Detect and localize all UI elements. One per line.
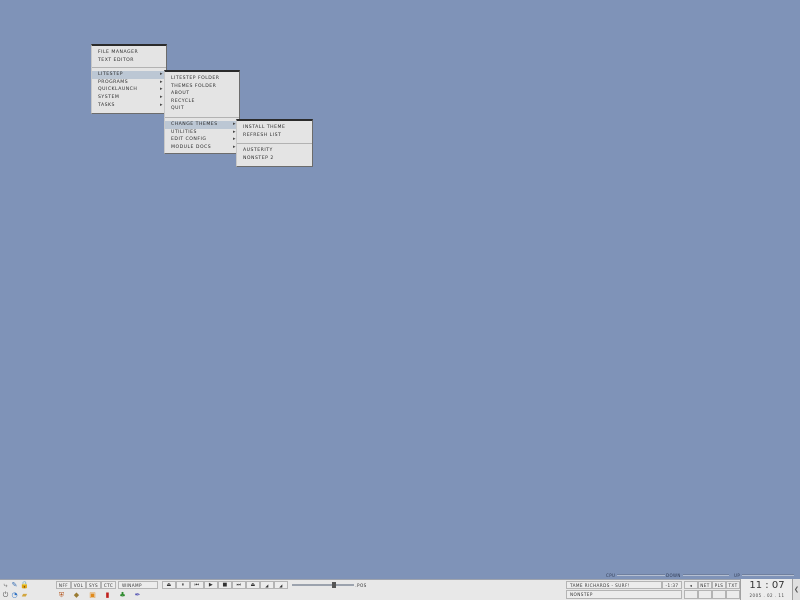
- down-meter: DOWN: [666, 572, 729, 578]
- menu-item-quit[interactable]: Quit: [165, 105, 239, 113]
- cpu-meter: CPU: [606, 572, 666, 578]
- orange-box-icon[interactable]: ▣: [88, 591, 97, 600]
- menu-item-tasks[interactable]: Tasks ▸: [92, 102, 166, 110]
- green-leaf-icon[interactable]: ♣: [118, 591, 127, 600]
- menu-item-edit-config[interactable]: Edit Config ▸: [165, 136, 239, 144]
- volume-up-button[interactable]: ◢: [274, 581, 288, 589]
- cpu-meter-bar: [617, 574, 666, 576]
- task-slot[interactable]: [712, 590, 726, 599]
- volume-up-icon: ◢: [279, 582, 283, 588]
- net-button[interactable]: NET: [698, 581, 712, 589]
- seek-slider-thumb[interactable]: [332, 582, 336, 588]
- player-open-button[interactable]: ⏏: [246, 581, 260, 589]
- cpu-meter-label: CPU: [606, 572, 616, 578]
- submenu-arrow-icon: ▸: [159, 71, 163, 78]
- volume-down-button[interactable]: ◢: [260, 581, 274, 589]
- lock-icon[interactable]: 🔒: [20, 581, 29, 590]
- clock-date: 2005 . 02 . 11: [749, 593, 785, 598]
- menu-item-recycle[interactable]: Recycle: [165, 98, 239, 106]
- menu-item-install-theme[interactable]: Install Theme: [237, 124, 312, 132]
- menu-item-theme-nonstep[interactable]: Nonstep 2: [237, 155, 312, 163]
- pls-button[interactable]: PLS: [712, 581, 726, 589]
- vol-button[interactable]: VOL: [71, 581, 86, 589]
- task-button-nonstep[interactable]: NONSTEP: [566, 590, 682, 599]
- task-slot[interactable]: [726, 590, 740, 599]
- shield-icon[interactable]: ⛨: [57, 591, 66, 600]
- menu-item-programs[interactable]: Programs ▸: [92, 79, 166, 87]
- settings-icon[interactable]: ✎: [10, 581, 19, 590]
- restore-button[interactable]: ◂: [684, 581, 698, 589]
- menu-item-refresh-list[interactable]: Refresh List: [237, 132, 312, 140]
- chevron-left-icon: ❮: [793, 586, 800, 593]
- ctc-button[interactable]: CTC: [101, 581, 116, 589]
- volume-down-icon: ◢: [265, 582, 269, 588]
- menu-item-label: Quicklaunch: [98, 87, 138, 93]
- player-next-button[interactable]: ⏭: [232, 581, 246, 589]
- globe-icon[interactable]: ◔: [10, 591, 19, 600]
- menu-item-themes-folder[interactable]: Themes Folder: [165, 83, 239, 91]
- winamp-label: WINAMP: [118, 581, 158, 589]
- collapse-handle[interactable]: ❮: [792, 579, 800, 600]
- clock-time: 11 : 07: [749, 580, 785, 591]
- up-meter-label: UP: [734, 572, 741, 578]
- task-slot[interactable]: [684, 590, 698, 599]
- menu-item-change-themes[interactable]: Change Themes ▸: [165, 120, 239, 129]
- menu-item-litestep-folder[interactable]: Litestep Folder: [165, 75, 239, 83]
- down-meter-label: DOWN: [666, 572, 681, 578]
- menu-item-system[interactable]: System ▸: [92, 94, 166, 102]
- position-button[interactable]: .pos: [354, 581, 368, 589]
- menu-separator: [237, 143, 312, 145]
- menu-item-label: Edit Config: [171, 137, 207, 143]
- shortcut-icon[interactable]: ⤷: [1, 581, 10, 590]
- change-themes-submenu: Install Theme Refresh List Austerity Non…: [236, 119, 313, 167]
- player-prev-button[interactable]: ⏮: [190, 581, 204, 589]
- diamond-icon[interactable]: ◆: [72, 591, 81, 600]
- menu-item-utilities[interactable]: Utilities ▸: [165, 129, 239, 137]
- submenu-arrow-icon: ▸: [159, 101, 163, 108]
- menu-item-label: Litestep: [98, 72, 124, 78]
- nff-button[interactable]: NFF: [56, 581, 71, 589]
- player-stop-button[interactable]: ■: [218, 581, 232, 589]
- submenu-arrow-icon: ▸: [159, 78, 163, 85]
- pen-icon[interactable]: ✒: [133, 591, 142, 600]
- menu-item-text-editor[interactable]: Text Editor: [92, 57, 166, 65]
- menu-item-theme-austerity[interactable]: Austerity: [237, 147, 312, 155]
- menu-item-module-docs[interactable]: Module Docs ▸: [165, 144, 239, 152]
- submenu-arrow-icon: ▸: [159, 93, 163, 100]
- track-time: -1:37: [662, 581, 682, 589]
- menu-item-label: Tasks: [98, 102, 115, 108]
- power-icon[interactable]: ⏻: [1, 591, 10, 600]
- track-title: Tame Richards - Surf!: [566, 581, 662, 589]
- taskbar: ⤷ ✎ 🔒 ⏻ ◔ ▰ NFF VOL SYS CTC WINAMP ⛨ ◆ ▣…: [0, 579, 800, 600]
- menu-item-label: Module Docs: [171, 144, 212, 150]
- folder-icon[interactable]: ▰: [20, 591, 29, 600]
- menu-item-quicklaunch[interactable]: Quicklaunch ▸: [92, 86, 166, 94]
- txt-button[interactable]: TXT: [726, 581, 740, 589]
- red-book-icon[interactable]: ▮: [103, 591, 112, 600]
- menu-item-file-manager[interactable]: File Manager: [92, 49, 166, 57]
- player-eject-button[interactable]: ⏏: [162, 581, 176, 589]
- task-slot[interactable]: [698, 590, 712, 599]
- player-pause-button[interactable]: ⏸: [176, 581, 190, 589]
- seek-slider[interactable]: [292, 582, 354, 588]
- player-play-button[interactable]: ▶: [204, 581, 218, 589]
- menu-item-litestep[interactable]: Litestep ▸: [92, 71, 166, 79]
- main-popup-menu: File Manager Text Editor Litestep ▸ Progr…: [91, 44, 167, 114]
- down-meter-bar: [682, 574, 729, 576]
- up-meter-bar: [742, 574, 795, 576]
- clock[interactable]: 11 : 07 2005 . 02 . 11: [740, 579, 792, 600]
- menu-item-label: Utilities: [171, 129, 197, 135]
- menu-item-label: Programs: [98, 79, 129, 85]
- menu-separator: [92, 67, 166, 69]
- sys-button[interactable]: SYS: [86, 581, 101, 589]
- up-meter: UP: [734, 572, 795, 578]
- litestep-submenu: Litestep Folder Themes Folder About Recy…: [164, 70, 240, 154]
- restore-icon: ◂: [689, 582, 693, 588]
- menu-item-about[interactable]: About: [165, 90, 239, 98]
- menu-item-label: Change Themes: [171, 121, 218, 127]
- submenu-arrow-icon: ▸: [159, 86, 163, 93]
- menu-separator: [165, 116, 239, 118]
- menu-item-label: System: [98, 94, 120, 100]
